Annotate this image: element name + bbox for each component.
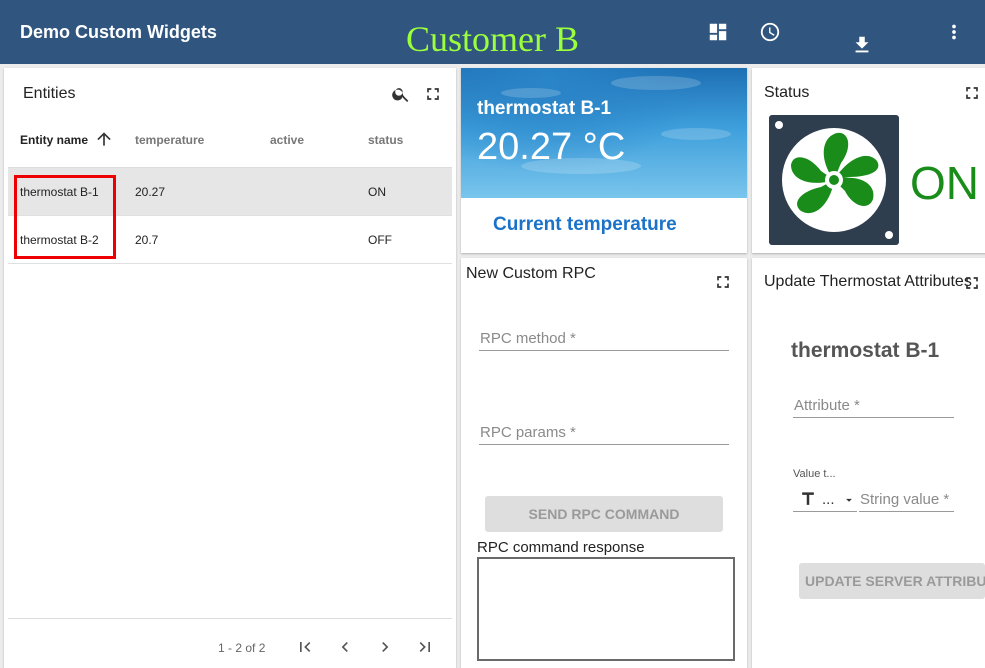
update-server-attribute-button[interactable]: UPDATE SERVER ATTRIBUTE [799, 563, 985, 599]
first-page-icon[interactable] [295, 637, 315, 657]
update-attributes-title: Update Thermostat Attributes [764, 273, 972, 290]
fullscreen-icon[interactable] [962, 273, 982, 293]
required-mark: * [570, 330, 576, 347]
thermostat-name: thermostat B-1 [477, 98, 612, 119]
customer-title: Customer B [406, 19, 580, 59]
value-type-value: ... [822, 491, 835, 508]
status-title: Status [764, 84, 810, 101]
entities-title: Entities [23, 85, 76, 102]
next-page-icon[interactable] [375, 637, 395, 657]
rpc-params-label: RPC params [480, 424, 566, 441]
fan-icon [769, 115, 899, 245]
cell-status: OFF [368, 233, 392, 247]
history-icon[interactable] [759, 21, 781, 43]
last-page-icon[interactable] [415, 637, 435, 657]
pagination-range: 1 - 2 of 2 [218, 641, 266, 655]
send-rpc-button[interactable]: SEND RPC COMMAND [485, 496, 723, 532]
cell-temperature: 20.27 [135, 185, 166, 199]
top-toolbar: Demo Custom Widgets Customer B [0, 0, 985, 64]
previous-page-icon[interactable] [335, 637, 355, 657]
dropdown-arrow-icon [842, 493, 856, 507]
required-mark: * [570, 424, 576, 441]
value-type-label: Value t... [793, 468, 836, 480]
fullscreen-icon[interactable] [962, 83, 982, 103]
update-attributes-widget [752, 258, 985, 668]
column-entity-name[interactable]: Entity name [20, 133, 88, 147]
column-status[interactable]: status [368, 133, 403, 147]
search-icon[interactable] [391, 84, 411, 104]
app-title: Demo Custom Widgets [20, 22, 217, 42]
paginator: 1 - 2 of 2 [8, 618, 452, 668]
attribute-label: Attribute [794, 397, 850, 414]
rpc-title: New Custom RPC [466, 265, 596, 282]
table-header: Entity name temperature active status [8, 118, 452, 168]
dashboard-icon[interactable] [707, 21, 729, 43]
required-mark: * [943, 491, 950, 508]
fullscreen-icon[interactable] [713, 272, 733, 292]
text-type-icon [798, 489, 818, 509]
cell-temperature: 20.7 [135, 233, 159, 247]
download-icon[interactable] [851, 34, 873, 56]
sort-arrow-up-icon[interactable] [94, 129, 114, 149]
cell-status: ON [368, 185, 386, 199]
current-temperature-label: Current temperature [493, 214, 677, 235]
attribute-entity-name: thermostat B-1 [791, 339, 940, 362]
required-mark: * [854, 397, 860, 414]
status-value: ON [910, 157, 979, 209]
string-value-label: String value [860, 491, 940, 508]
highlight-box [14, 175, 116, 259]
more-vert-icon[interactable] [943, 21, 965, 43]
column-temperature[interactable]: temperature [135, 133, 204, 147]
column-active[interactable]: active [270, 133, 304, 147]
rpc-response-label: RPC command response [477, 539, 645, 556]
thermostat-temperature: 20.27 °C [477, 126, 626, 168]
fullscreen-icon[interactable] [423, 84, 443, 104]
rpc-method-label: RPC method [480, 330, 566, 347]
rpc-response-textarea[interactable] [477, 557, 735, 661]
